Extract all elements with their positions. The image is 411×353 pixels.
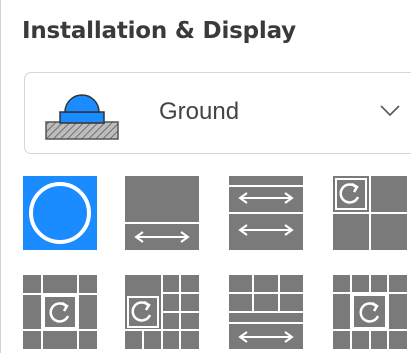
panel-left-border xyxy=(0,0,1,353)
display-mode-panorama[interactable] xyxy=(125,176,199,250)
display-mode-dual-panorama[interactable] xyxy=(229,176,303,250)
mount-type-dropdown[interactable]: Ground xyxy=(24,72,411,154)
panel-title: Installation & Display xyxy=(22,18,296,44)
display-mode-rotate-six-split[interactable] xyxy=(125,275,199,349)
display-mode-quad-rotate[interactable] xyxy=(333,176,407,250)
quad-split-rotate-icon xyxy=(333,176,407,250)
display-mode-center-rotate[interactable] xyxy=(23,275,97,349)
nine-split-rotate-icon xyxy=(333,275,407,349)
panorama-single-icon xyxy=(125,176,199,250)
chevron-down-icon xyxy=(380,104,400,122)
center-rotate-frame-icon xyxy=(23,275,97,349)
display-mode-fisheye[interactable] xyxy=(23,176,97,250)
display-mode-nine-split-rotate[interactable] xyxy=(333,275,407,349)
display-mode-panorama-six-split[interactable] xyxy=(229,275,303,349)
panorama-six-split-icon xyxy=(229,275,303,349)
rotate-six-split-icon xyxy=(125,275,199,349)
fisheye-circle-icon xyxy=(23,176,97,250)
panorama-dual-icon xyxy=(229,176,303,250)
ground-mount-camera-icon xyxy=(45,90,121,145)
mount-type-value: Ground xyxy=(159,98,240,125)
